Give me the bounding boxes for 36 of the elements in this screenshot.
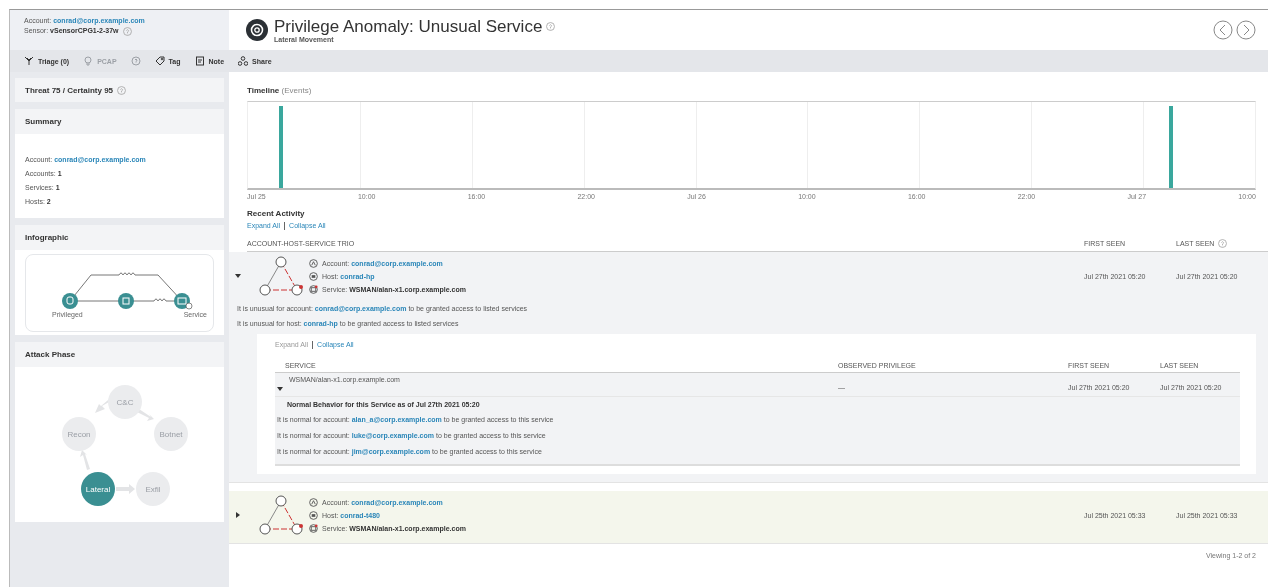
phase-arrow	[116, 484, 135, 494]
service-icon	[309, 284, 318, 294]
help-icon[interactable]	[122, 26, 132, 36]
funnel-icon	[24, 56, 34, 66]
panel-heading: Attack Phase	[15, 342, 224, 367]
phase-node[interactable]: Recon	[62, 417, 96, 451]
phase-node[interactable]: C&C	[108, 385, 142, 419]
section-title: Timeline (Events)	[247, 86, 312, 95]
help-icon[interactable]	[1218, 239, 1228, 248]
account-icon	[309, 497, 318, 507]
page-title: Privilege Anomaly: Unusual Service	[274, 17, 543, 36]
help-icon[interactable]	[546, 22, 556, 31]
trio-diagram	[257, 254, 305, 298]
previous-button[interactable]	[1213, 20, 1233, 40]
threat-score: Threat 75 / Certainty 95	[25, 85, 114, 95]
share-icon	[238, 56, 249, 66]
section-title: Recent Activity	[247, 209, 306, 218]
help-icon	[130, 56, 141, 66]
phase-node[interactable]: Exfil	[136, 472, 170, 506]
phase-node[interactable]: Botnet	[154, 417, 188, 451]
account-icon	[309, 258, 318, 268]
phase-node[interactable]: Lateral	[81, 472, 115, 506]
panel-heading: Summary	[15, 109, 224, 134]
lightbulb-icon	[83, 56, 94, 66]
host-icon	[309, 271, 318, 281]
phase-arrow	[80, 450, 90, 470]
note-icon	[194, 56, 205, 66]
host-icon	[309, 510, 318, 520]
caret-icon[interactable]	[277, 386, 283, 392]
panel-heading: Infographic	[15, 225, 224, 250]
service-icon	[309, 523, 318, 533]
help-icon[interactable]	[117, 85, 127, 95]
tag-icon	[154, 56, 165, 66]
trio-diagram	[257, 493, 305, 537]
phase-arrow	[137, 409, 154, 421]
next-button[interactable]	[1236, 20, 1256, 40]
